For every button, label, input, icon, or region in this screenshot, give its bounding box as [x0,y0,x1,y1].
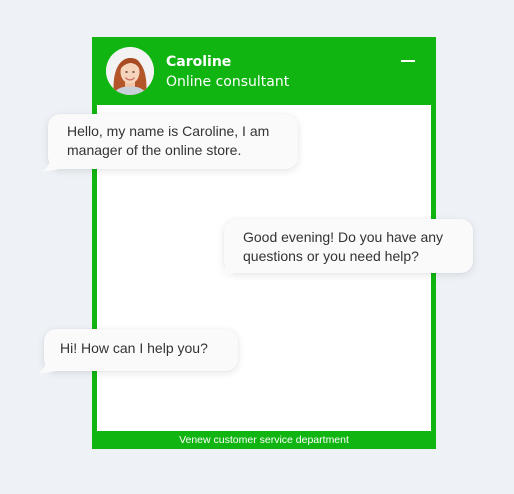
woman-portrait-avatar-icon [106,47,154,95]
bubble-tail-icon [43,158,62,171]
message-bubble-1: Hello, my name is Caroline, I am manager… [43,114,298,171]
minimize-button[interactable] [398,53,418,67]
message-bubble-3: Hi! How can I help you? [39,329,238,373]
agent-name: Caroline [166,54,232,70]
bubble-tail-icon [219,262,238,275]
message-bubble-2: Good evening! Do you have any questions … [219,219,473,275]
bubble-tail-icon [39,360,58,373]
agent-avatar [106,47,154,95]
message-text: Hello, my name is Caroline, I am manager… [67,123,270,158]
chat-footer: Venew customer service department [179,434,349,446]
minimize-icon [401,60,415,62]
message-text: Good evening! Do you have any questions … [243,229,444,264]
agent-role: Online consultant [166,74,290,90]
message-text: Hi! How can I help you? [60,340,208,356]
chat-header: Caroline Online consultant [92,37,436,105]
